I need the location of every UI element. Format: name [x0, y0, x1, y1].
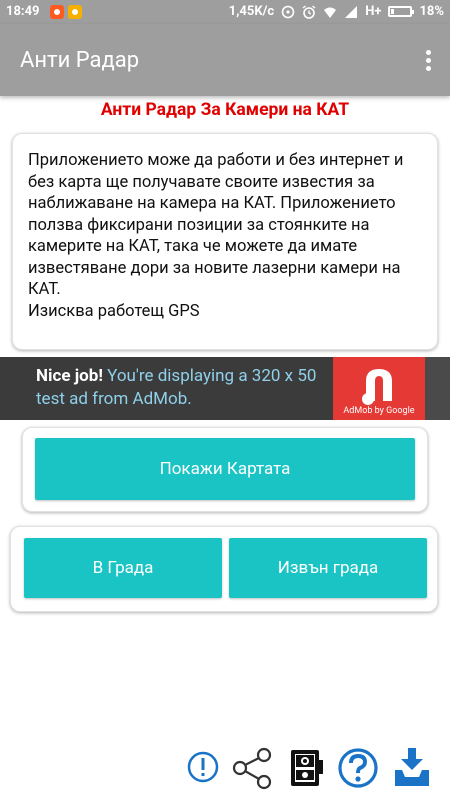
page-headline: Анти Радар За Камери на КАТ	[100, 100, 350, 120]
gps-note: Изисква работещ GPS	[28, 301, 200, 321]
battery-percent: 18%	[419, 4, 444, 19]
network-type: H+	[365, 4, 382, 19]
show-map-button[interactable]: Покажи Картата	[35, 438, 415, 500]
app-title: Анти Радар	[20, 48, 140, 73]
status-bar: 18:49 1,45K/c H+ 18%	[0, 0, 450, 24]
out-of-city-button[interactable]: Извън града	[229, 538, 427, 598]
app-bar: Анти Радар	[0, 24, 450, 96]
bottom-toolbar	[0, 746, 450, 792]
info-text: Приложението може да работи и без интерн…	[28, 151, 404, 299]
overflow-menu-icon[interactable]	[420, 48, 436, 74]
status-time: 18:49	[6, 4, 40, 19]
network-speed: 1,45K/c	[228, 4, 275, 19]
show-map-card: Покажи Картата	[22, 427, 428, 512]
ad-banner[interactable]: Nice job! You're displaying a 320 x 50 t…	[0, 357, 450, 420]
speed-camera-icon[interactable]	[288, 746, 324, 792]
alarm-icon	[302, 4, 316, 19]
ad-text[interactable]: Nice job! You're displaying a 320 x 50 t…	[36, 365, 336, 411]
admob-caption: AdMob by Google	[343, 406, 415, 416]
in-city-button[interactable]: В Града	[24, 538, 222, 598]
city-mode-card: В Града Извън града	[10, 526, 438, 612]
signal-icon	[344, 5, 358, 19]
share-icon[interactable]	[230, 746, 274, 794]
ad-edge	[425, 357, 450, 420]
battery-icon	[388, 6, 415, 17]
admob-logo[interactable]: AdMob by Google	[333, 357, 425, 420]
info-icon[interactable]	[185, 746, 221, 790]
wifi-icon	[323, 5, 337, 19]
notification-app-icon	[50, 5, 64, 19]
mi-app-icon	[68, 5, 82, 19]
help-icon[interactable]	[337, 746, 379, 794]
info-card: Приложението може да работи и без интерн…	[12, 133, 438, 350]
download-icon[interactable]	[392, 746, 432, 792]
hotspot-icon	[281, 5, 295, 19]
ad-lead: Nice job!	[36, 366, 103, 386]
